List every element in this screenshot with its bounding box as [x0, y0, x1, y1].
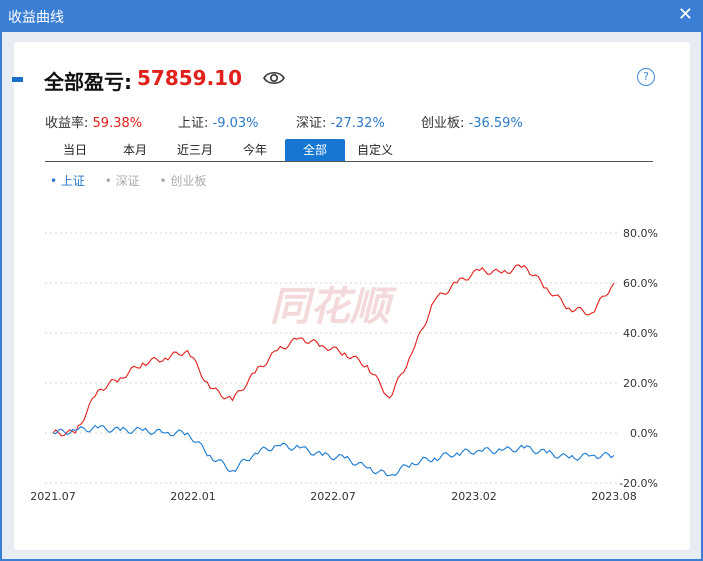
shanghai-index-line — [52, 424, 615, 477]
y-tick-label: 0.0% — [630, 427, 658, 440]
y-tick-label: 40.0% — [623, 327, 658, 340]
y-tick-label: 20.0% — [623, 377, 658, 390]
y-tick-label: -20.0% — [619, 477, 658, 490]
x-tick-label: 2023.08 — [591, 490, 637, 503]
y-tick-label: 60.0% — [623, 277, 658, 290]
x-tick-label: 2022.01 — [170, 490, 216, 503]
x-tick-label: 2023.02 — [451, 490, 497, 503]
y-tick-label: 80.0% — [623, 227, 658, 240]
x-tick-label: 2022.07 — [310, 490, 356, 503]
watermark-text: 同花顺 — [270, 284, 397, 330]
x-tick-label: 2021.07 — [30, 490, 76, 503]
profit-chart: 同花顺 80.0% 60.0% 40.0% 20.0% 0.0% -20.0% 2021.… — [30, 227, 658, 503]
